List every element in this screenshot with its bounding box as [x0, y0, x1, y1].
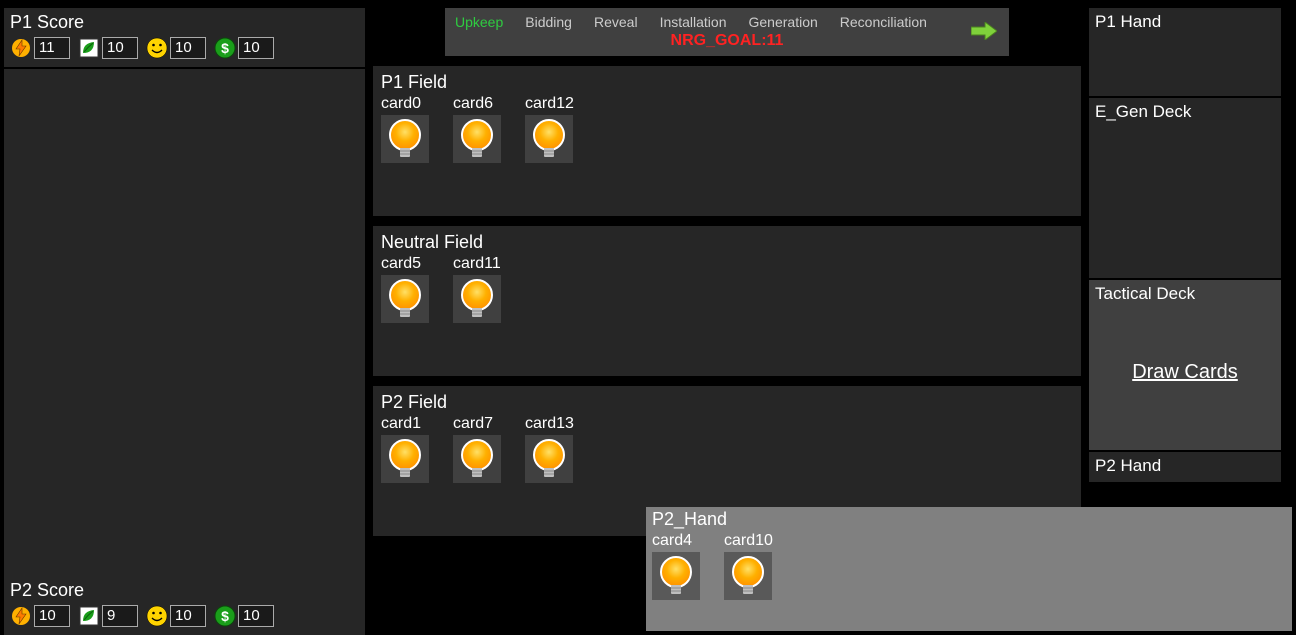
stat-value-happy: 10 [170, 605, 206, 627]
card-label: card7 [453, 415, 505, 433]
card-card13[interactable]: card13 [525, 415, 577, 483]
stat-value-money: 10 [238, 605, 274, 627]
card-card12[interactable]: card12 [525, 95, 577, 163]
stat-value-energy: 11 [34, 37, 70, 59]
phase-bidding[interactable]: Bidding [525, 14, 572, 30]
card-label: card1 [381, 415, 433, 433]
p1-field-title: P1 Field [381, 72, 1073, 93]
lightbulb-icon [453, 275, 501, 323]
lightbulb-icon [525, 115, 573, 163]
p2-field-title: P2 Field [381, 392, 1073, 413]
money-icon: $ [214, 605, 236, 627]
money-icon: $ [214, 37, 236, 59]
card-card7[interactable]: card7 [453, 415, 505, 483]
phase-reveal[interactable]: Reveal [594, 14, 638, 30]
next-phase-arrow-icon[interactable] [971, 22, 997, 45]
stat-eco: 10 [78, 37, 138, 59]
svg-text:$: $ [221, 608, 229, 624]
card-label: card0 [381, 95, 433, 113]
card-label: card11 [453, 255, 505, 273]
lightbulb-icon [453, 115, 501, 163]
card-label: card4 [652, 532, 704, 550]
left-empty-area [4, 69, 365, 576]
stat-energy: 10 [10, 605, 70, 627]
lightbulb-icon [453, 435, 501, 483]
p1-hand-panel: P1 Hand [1089, 8, 1281, 96]
lightbulb-icon [381, 435, 429, 483]
stat-happy: 10 [146, 37, 206, 59]
neutral-field: Neutral Field card5 card11 [373, 226, 1081, 376]
card-card11[interactable]: card11 [453, 255, 505, 323]
phase-installation[interactable]: Installation [660, 14, 727, 30]
leaf-icon [78, 37, 100, 59]
card-label: card5 [381, 255, 433, 273]
stat-value-eco: 9 [102, 605, 138, 627]
stat-happy: 10 [146, 605, 206, 627]
lightbulb-icon [381, 275, 429, 323]
egen-deck-title: E_Gen Deck [1095, 102, 1275, 122]
stat-eco: 9 [78, 605, 138, 627]
p2-hand-panel: P2 Hand [1089, 452, 1281, 482]
card-card4[interactable]: card4 [652, 532, 704, 600]
phase-upkeep[interactable]: Upkeep [455, 14, 503, 30]
lightbulb-icon [652, 552, 700, 600]
card-card6[interactable]: card6 [453, 95, 505, 163]
p1-field: P1 Field card0 card6 card12 [373, 66, 1081, 216]
card-card10[interactable]: card10 [724, 532, 776, 600]
neutral-field-title: Neutral Field [381, 232, 1073, 253]
p1-score-panel: P1 Score 111010$10 [4, 8, 365, 67]
phase-bar: Upkeep Bidding Reveal Installation Generatio… [445, 8, 1009, 56]
p2-score-title: P2 Score [10, 580, 359, 601]
stat-value-happy: 10 [170, 37, 206, 59]
smile-icon [146, 37, 168, 59]
phase-generation[interactable]: Generation [749, 14, 818, 30]
p2-hand-overlay-title: P2_Hand [652, 509, 1286, 530]
p2-score-panel: P2 Score 10910$10 [4, 576, 365, 635]
lightbulb-icon [525, 435, 573, 483]
energy-icon [10, 605, 32, 627]
card-card5[interactable]: card5 [381, 255, 433, 323]
leaf-icon [78, 605, 100, 627]
nrg-goal-label: NRG_GOAL:11 [455, 32, 999, 50]
lightbulb-icon [381, 115, 429, 163]
p2-hand-title: P2 Hand [1095, 456, 1275, 476]
stat-value-energy: 10 [34, 605, 70, 627]
stat-money: $10 [214, 605, 274, 627]
energy-icon [10, 37, 32, 59]
svg-text:$: $ [221, 40, 229, 56]
card-label: card6 [453, 95, 505, 113]
p2-hand-overlay[interactable]: P2_Hand card4 card10 [646, 507, 1292, 631]
stat-value-money: 10 [238, 37, 274, 59]
card-label: card13 [525, 415, 577, 433]
smile-icon [146, 605, 168, 627]
card-label: card12 [525, 95, 577, 113]
tactical-deck-panel: Tactical Deck Draw Cards [1089, 280, 1281, 450]
phase-reconciliation[interactable]: Reconciliation [840, 14, 927, 30]
draw-cards-button[interactable]: Draw Cards [1095, 361, 1275, 384]
stat-energy: 11 [10, 37, 70, 59]
p1-score-title: P1 Score [10, 12, 359, 33]
egen-deck-panel: E_Gen Deck [1089, 98, 1281, 278]
stat-value-eco: 10 [102, 37, 138, 59]
card-label: card10 [724, 532, 776, 550]
card-card1[interactable]: card1 [381, 415, 433, 483]
p1-hand-title: P1 Hand [1095, 12, 1275, 32]
stat-money: $10 [214, 37, 274, 59]
lightbulb-icon [724, 552, 772, 600]
card-card0[interactable]: card0 [381, 95, 433, 163]
tactical-deck-title: Tactical Deck [1095, 284, 1275, 304]
